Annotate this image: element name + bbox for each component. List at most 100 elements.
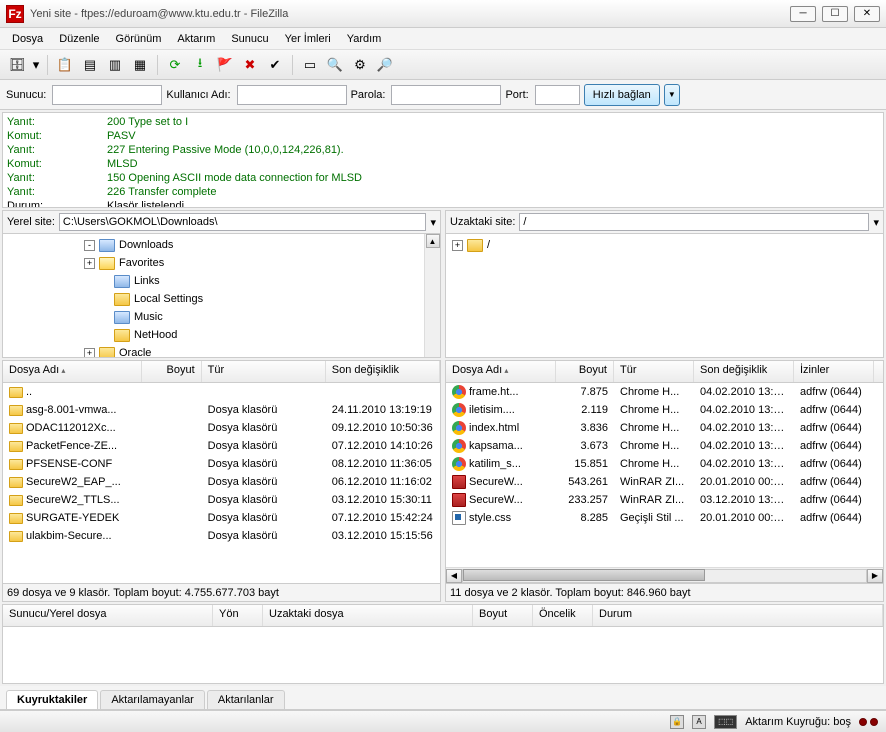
scroll-right-icon[interactable]: ▶ bbox=[867, 569, 883, 583]
maximize-button[interactable]: ☐ bbox=[822, 6, 848, 22]
tree-node[interactable]: -Downloads bbox=[5, 236, 438, 254]
col-type[interactable]: Tür bbox=[202, 361, 326, 382]
refresh-icon[interactable]: ⟳ bbox=[164, 54, 186, 76]
menu-transfer[interactable]: Aktarım bbox=[169, 31, 223, 47]
toggle-log-icon[interactable]: 📋 bbox=[54, 54, 76, 76]
file-type: Chrome H... bbox=[614, 404, 694, 416]
file-row[interactable]: frame.ht...7.875Chrome H...04.02.2010 13… bbox=[446, 383, 883, 401]
tab-successful[interactable]: Aktarılanlar bbox=[207, 690, 285, 709]
cancel-icon[interactable]: 🚩 bbox=[214, 54, 236, 76]
window-title: Yeni site - ftpes://eduroam@www.ktu.edu.… bbox=[30, 8, 790, 20]
tree-expand-icon[interactable]: - bbox=[84, 240, 95, 251]
file-row[interactable]: SecureW2_TTLS...Dosya klasörü03.12.2010 … bbox=[3, 491, 440, 509]
col-modified[interactable]: Son değişiklik bbox=[694, 361, 794, 382]
local-tree[interactable]: -Downloads▲ +FavoritesLinksLocal Setting… bbox=[2, 234, 441, 358]
scroll-left-icon[interactable]: ◀ bbox=[446, 569, 462, 583]
activity-led-2 bbox=[870, 718, 878, 726]
file-modified: 06.12.2010 11:16:02 bbox=[326, 476, 440, 488]
file-row[interactable]: SURGATE-YEDEKDosya klasörü07.12.2010 15:… bbox=[3, 509, 440, 527]
horizontal-scrollbar[interactable]: ◀ ▶ bbox=[446, 567, 883, 583]
col-size[interactable]: Boyut bbox=[142, 361, 202, 382]
queue-body[interactable] bbox=[3, 627, 883, 683]
tree-node[interactable]: Local Settings bbox=[5, 290, 438, 308]
col-priority[interactable]: Öncelik bbox=[533, 605, 593, 626]
file-name: PFSENSE-CONF bbox=[26, 458, 112, 470]
col-type[interactable]: Tür bbox=[614, 361, 694, 382]
tree-node[interactable]: +Favorites bbox=[5, 254, 438, 272]
file-row[interactable]: ODAC112012Xc...Dosya klasörü09.12.2010 1… bbox=[3, 419, 440, 437]
file-row[interactable]: SecureW2_EAP_...Dosya klasörü06.12.2010 … bbox=[3, 473, 440, 491]
file-row[interactable]: SecureW...543.261WinRAR ZI...20.01.2010 … bbox=[446, 473, 883, 491]
quickconnect-button[interactable]: Hızlı bağlan bbox=[584, 84, 660, 106]
file-row[interactable]: index.html3.836Chrome H...04.02.2010 13:… bbox=[446, 419, 883, 437]
file-modified: 07.12.2010 14:10:26 bbox=[326, 440, 440, 452]
menu-view[interactable]: Görünüm bbox=[108, 31, 170, 47]
tree-expand-icon[interactable]: + bbox=[452, 240, 463, 251]
file-name: SecureW... bbox=[469, 494, 523, 506]
minimize-button[interactable]: ─ bbox=[790, 6, 816, 22]
menu-file[interactable]: Dosya bbox=[4, 31, 51, 47]
col-name[interactable]: Dosya Adı bbox=[446, 361, 556, 382]
file-row[interactable]: PacketFence-ZE...Dosya klasörü07.12.2010… bbox=[3, 437, 440, 455]
col-size[interactable]: Boyut bbox=[473, 605, 533, 626]
file-row[interactable]: iletisim....2.119Chrome H...04.02.2010 1… bbox=[446, 401, 883, 419]
process-queue-icon[interactable]: ⭳ bbox=[189, 54, 211, 76]
col-remote-file[interactable]: Uzaktaki dosya bbox=[263, 605, 473, 626]
col-perms[interactable]: İzinler bbox=[794, 361, 874, 382]
port-input[interactable] bbox=[535, 85, 580, 105]
menu-help[interactable]: Yardım bbox=[339, 31, 390, 47]
menu-server[interactable]: Sunucu bbox=[223, 31, 276, 47]
filter-icon[interactable]: ▭ bbox=[299, 54, 321, 76]
tree-node[interactable]: +/ bbox=[448, 236, 881, 254]
tree-expand-icon[interactable]: + bbox=[84, 348, 95, 359]
tree-node[interactable]: Links bbox=[5, 272, 438, 290]
file-row[interactable]: PFSENSE-CONFDosya klasörü08.12.2010 11:3… bbox=[3, 455, 440, 473]
sitemanager-icon[interactable]: 🗄 bbox=[6, 54, 28, 76]
scroll-up-icon[interactable]: ▲ bbox=[426, 234, 440, 248]
file-row[interactable]: asg-8.001-vmwa...Dosya klasörü24.11.2010… bbox=[3, 401, 440, 419]
file-row[interactable]: SecureW...233.257WinRAR ZI...03.12.2010 … bbox=[446, 491, 883, 509]
col-name[interactable]: Dosya Adı bbox=[3, 361, 142, 382]
file-row[interactable]: katilim_s...15.851Chrome H...04.02.2010 … bbox=[446, 455, 883, 473]
col-server[interactable]: Sunucu/Yerel dosya bbox=[3, 605, 213, 626]
menu-bookmarks[interactable]: Yer İmleri bbox=[277, 31, 339, 47]
col-status[interactable]: Durum bbox=[593, 605, 883, 626]
toggle-remote-tree-icon[interactable]: ▥ bbox=[104, 54, 126, 76]
reconnect-icon[interactable]: ✔ bbox=[264, 54, 286, 76]
quickconnect-dropdown[interactable]: ▼ bbox=[664, 84, 680, 106]
col-direction[interactable]: Yön bbox=[213, 605, 263, 626]
toggle-queue-icon[interactable]: ▦ bbox=[129, 54, 151, 76]
tree-expand-icon[interactable]: + bbox=[84, 258, 95, 269]
pass-input[interactable] bbox=[391, 85, 501, 105]
sitemanager-dropdown-icon[interactable]: ▾ bbox=[31, 54, 41, 76]
host-input[interactable] bbox=[52, 85, 162, 105]
user-input[interactable] bbox=[237, 85, 347, 105]
file-row[interactable]: kapsama...3.673Chrome H...04.02.2010 13:… bbox=[446, 437, 883, 455]
sync-browse-icon[interactable]: ⚙ bbox=[349, 54, 371, 76]
menu-edit[interactable]: Düzenle bbox=[51, 31, 107, 47]
disconnect-icon[interactable]: ✖ bbox=[239, 54, 261, 76]
tree-node[interactable]: Music bbox=[5, 308, 438, 326]
search-icon[interactable]: 🔎 bbox=[374, 54, 396, 76]
message-log[interactable]: Yanıt:200 Type set to IKomut:PASVYanıt:2… bbox=[2, 112, 884, 208]
remote-path-input[interactable] bbox=[519, 213, 869, 231]
col-modified[interactable]: Son değişiklik bbox=[326, 361, 440, 382]
tree-node[interactable]: +Oracle bbox=[5, 344, 438, 358]
compare-icon[interactable]: 🔍 bbox=[324, 54, 346, 76]
tab-queued[interactable]: Kuyruktakiler bbox=[6, 690, 98, 709]
toggle-local-tree-icon[interactable]: ▤ bbox=[79, 54, 101, 76]
remote-file-list: Dosya Adı Boyut Tür Son değişiklik İzinl… bbox=[445, 360, 884, 584]
col-size[interactable]: Boyut bbox=[556, 361, 614, 382]
tab-failed[interactable]: Aktarılamayanlar bbox=[100, 690, 205, 709]
dropdown-icon[interactable]: ▾ bbox=[430, 216, 436, 229]
file-row[interactable]: .. bbox=[3, 383, 440, 401]
file-type: Dosya klasörü bbox=[202, 458, 326, 470]
dropdown-icon[interactable]: ▾ bbox=[873, 216, 879, 229]
file-row[interactable]: ulakbim-Secure...Dosya klasörü03.12.2010… bbox=[3, 527, 440, 545]
file-perms: adfrw (0644) bbox=[794, 494, 874, 506]
tree-node[interactable]: NetHood bbox=[5, 326, 438, 344]
file-row[interactable]: style.css8.285Geçişli Stil ...20.01.2010… bbox=[446, 509, 883, 527]
remote-tree[interactable]: +/ bbox=[445, 234, 884, 358]
local-path-input[interactable] bbox=[59, 213, 427, 231]
close-button[interactable]: ✕ bbox=[854, 6, 880, 22]
